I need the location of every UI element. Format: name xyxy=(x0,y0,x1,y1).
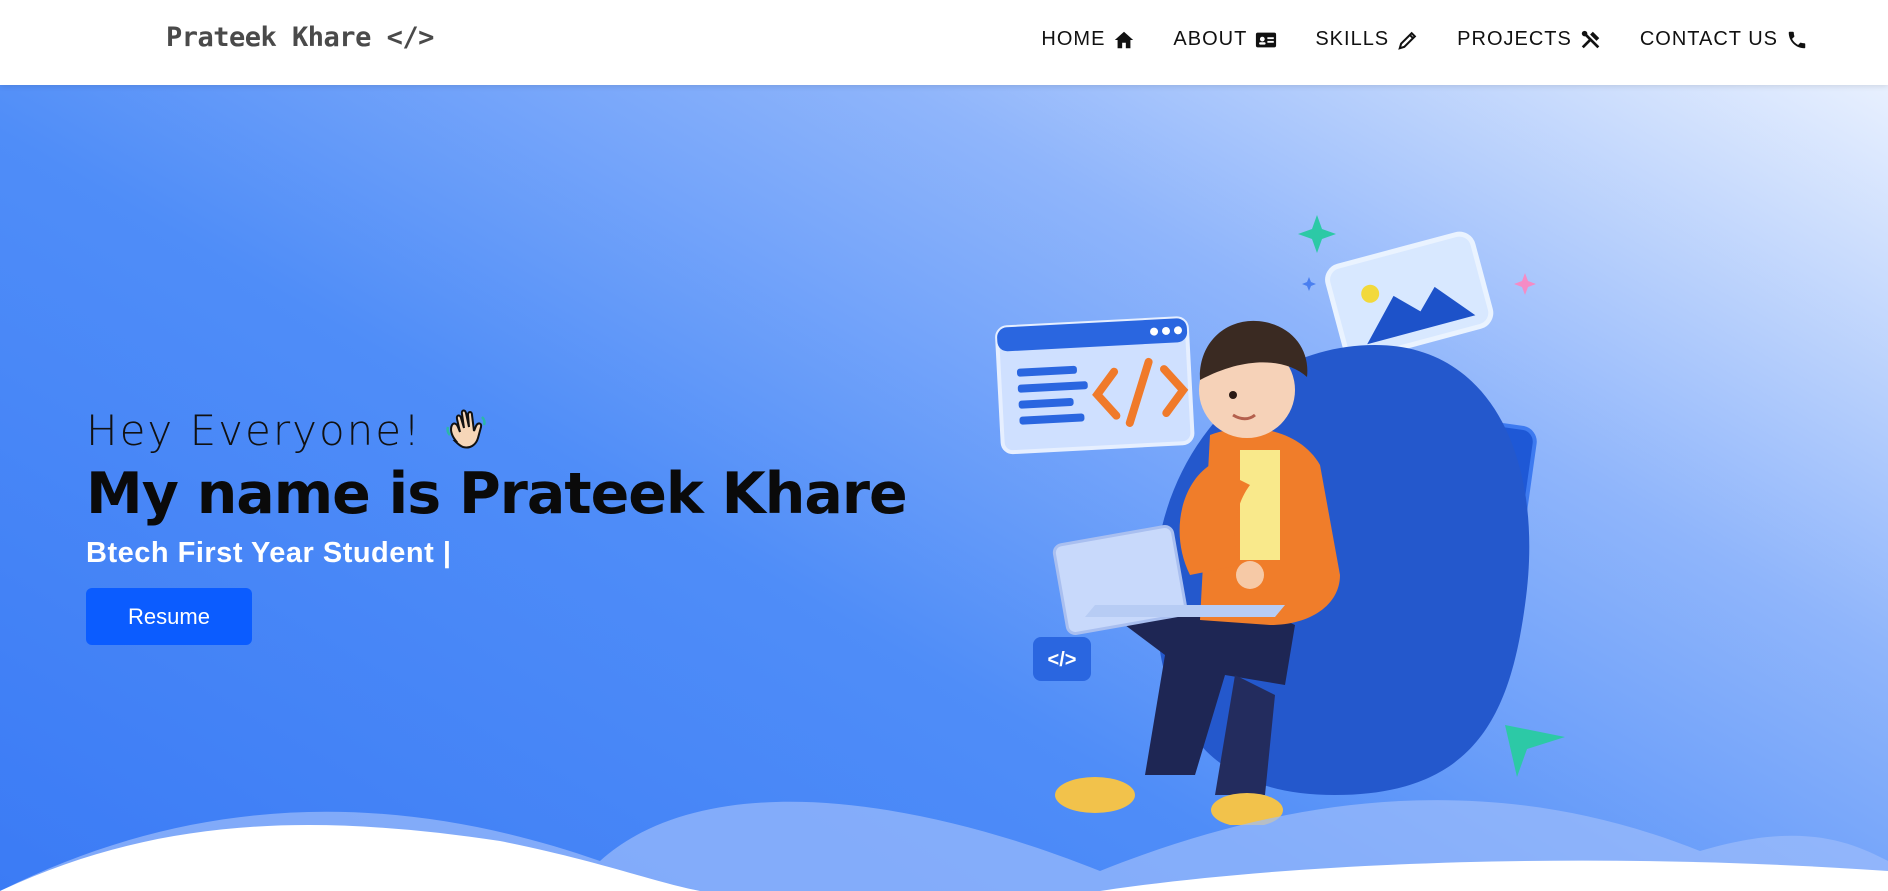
brand-logo[interactable]: Prateek Khare </> xyxy=(166,22,434,53)
waving-hand-icon xyxy=(446,409,486,449)
hero-section: Hey Everyone! My name is Prateek Khare B… xyxy=(0,85,1888,891)
navbar: Prateek Khare </> HOME ABOUT SKILLS PROJ… xyxy=(0,0,1888,85)
pencil-icon xyxy=(1398,31,1417,50)
nav-about[interactable]: ABOUT xyxy=(1173,28,1277,51)
greeting-text: Hey Everyone! xyxy=(86,405,422,455)
nav-skills[interactable]: SKILLS xyxy=(1315,28,1419,51)
code-badge-icon: </> xyxy=(1033,637,1091,681)
sparkle-icon xyxy=(1302,277,1316,291)
resume-button[interactable]: Resume xyxy=(86,588,252,645)
nav-home[interactable]: HOME xyxy=(1041,28,1135,51)
nav-menu: HOME ABOUT SKILLS PROJECTS CONTACT US xyxy=(1041,28,1808,51)
tools-icon xyxy=(1581,30,1600,48)
greeting: Hey Everyone! xyxy=(86,405,907,455)
hero-text: Hey Everyone! My name is Prateek Khare B… xyxy=(86,405,908,645)
hero-subtitle: Btech First Year Student | xyxy=(86,537,452,569)
nav-projects[interactable]: PROJECTS xyxy=(1457,28,1602,51)
hero-title: My name is Prateek Khare xyxy=(86,461,908,527)
image-card-icon xyxy=(1325,231,1494,361)
nav-home-label: HOME xyxy=(1041,28,1106,50)
nav-about-label: ABOUT xyxy=(1173,28,1248,50)
hero-waves xyxy=(0,800,1888,891)
code-window-icon xyxy=(995,316,1195,455)
nav-contact[interactable]: CONTACT US xyxy=(1640,28,1808,51)
developer-illustration: </> xyxy=(995,215,1565,825)
svg-text:</>: </> xyxy=(1048,649,1077,671)
nav-contact-label: CONTACT US xyxy=(1639,28,1778,50)
sparkle-icon xyxy=(1514,273,1536,295)
sparkle-icon xyxy=(1298,215,1336,253)
phone-icon xyxy=(1788,31,1806,48)
home-icon xyxy=(1115,31,1134,48)
nav-skills-label: SKILLS xyxy=(1315,28,1390,50)
nav-projects-label: PROJECTS xyxy=(1457,28,1572,50)
id-card-icon xyxy=(1256,32,1277,47)
